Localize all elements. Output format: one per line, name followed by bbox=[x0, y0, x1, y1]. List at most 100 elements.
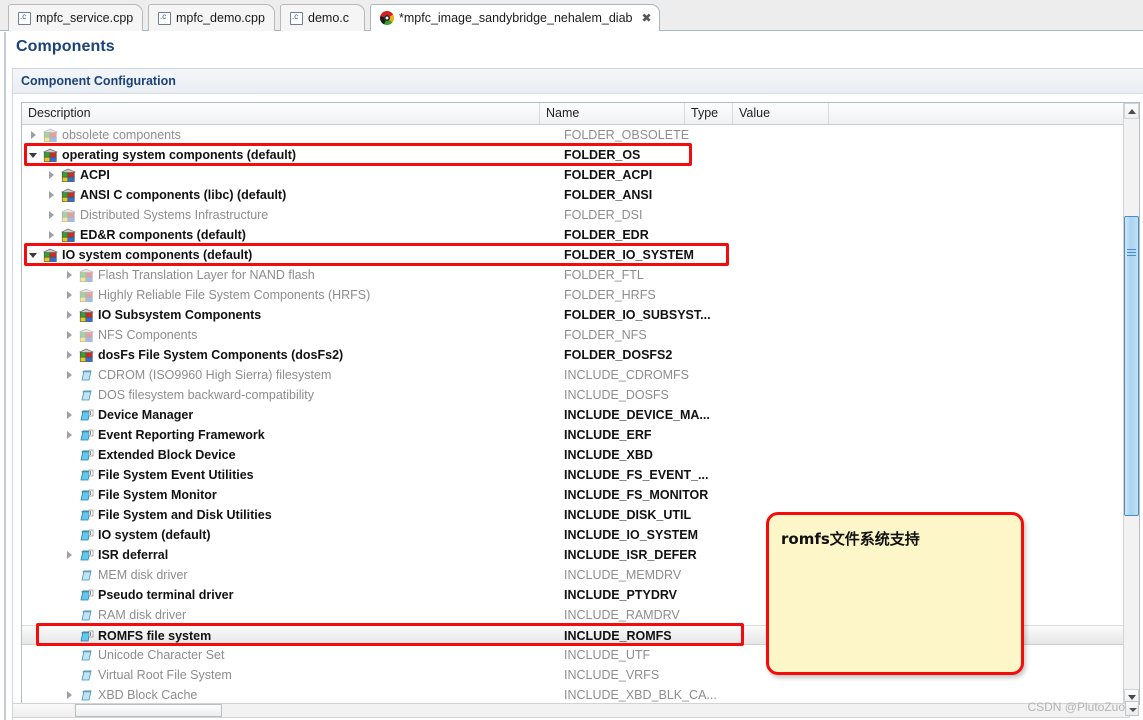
chevron-right-icon[interactable] bbox=[64, 685, 75, 705]
column-header-type[interactable]: Type bbox=[685, 103, 733, 124]
vertical-scrollbar[interactable] bbox=[1123, 103, 1139, 705]
tree-item[interactable]: NFS Components bbox=[64, 325, 197, 345]
tree-item[interactable]: IO system components (default) bbox=[28, 245, 252, 265]
tree-item[interactable]: Distributed Systems Infrastructure bbox=[46, 205, 268, 225]
table-row[interactable]: IFile System Event UtilitiesINCLUDE_FS_E… bbox=[22, 465, 1125, 485]
tree-item[interactable]: IROMFS file system bbox=[64, 626, 211, 646]
table-header-row: DescriptionNameTypeValue bbox=[22, 103, 1140, 125]
chevron-right-icon[interactable] bbox=[64, 425, 75, 445]
table-row[interactable]: IO Subsystem Components FOLDER_IO_SUBSYST… bbox=[22, 305, 1125, 325]
annotation-sticky-note: romfs文件系统支持 bbox=[766, 512, 1024, 675]
table-row[interactable]: IFile System MonitorINCLUDE_FS_MONITOR bbox=[22, 485, 1125, 505]
component-included-icon: I bbox=[79, 588, 94, 603]
column-header-description[interactable]: Description bbox=[22, 103, 540, 124]
table-row[interactable]: Flash Translation Layer for NAND flashFO… bbox=[22, 265, 1125, 285]
table-row[interactable]: Highly Reliable File System Components (… bbox=[22, 285, 1125, 305]
column-header-value[interactable]: Value bbox=[733, 103, 829, 124]
tree-item[interactable]: IISR deferral bbox=[64, 545, 168, 565]
close-icon[interactable]: ✖ bbox=[642, 12, 652, 24]
tree-item[interactable]: dosFs File System Components (dosFs2) bbox=[64, 345, 343, 365]
tree-item[interactable]: operating system components (default) bbox=[28, 145, 296, 165]
tree-item[interactable]: IFile System and Disk Utilities bbox=[64, 505, 272, 525]
table-row[interactable]: dosFs File System Components (dosFs2)FOL… bbox=[22, 345, 1125, 365]
tree-item-label: Virtual Root File System bbox=[98, 665, 232, 685]
editor-tab-bar: mpfc_service.cpp mpfc_demo.cpp demo.c *mpfc… bbox=[0, 0, 1143, 31]
tree-item[interactable]: Highly Reliable File System Components (… bbox=[64, 285, 370, 305]
dropdown-caret-icon[interactable] bbox=[1125, 701, 1139, 716]
tree-item-label: CDROM (ISO9960 High Sierra) filesystem bbox=[98, 365, 331, 385]
tree-item[interactable]: IFile System Monitor bbox=[64, 485, 217, 505]
chevron-right-icon[interactable] bbox=[64, 265, 75, 285]
tree-item[interactable]: IPseudo terminal driver bbox=[64, 585, 233, 605]
table-row[interactable]: CDROM (ISO9960 High Sierra) filesystemIN… bbox=[22, 365, 1125, 385]
tree-item-name: INCLUDE_ISR_DEFER bbox=[564, 545, 697, 565]
column-header-blank[interactable] bbox=[829, 103, 1125, 124]
table-row[interactable]: IExtended Block DeviceINCLUDE_XBD bbox=[22, 445, 1125, 465]
table-row[interactable]: IEvent Reporting FrameworkINCLUDE_ERF bbox=[22, 425, 1125, 445]
horizontal-scroll-left-region[interactable] bbox=[13, 704, 73, 717]
editor-tab-label: mpfc_service.cpp bbox=[36, 12, 133, 25]
chevron-right-icon[interactable] bbox=[46, 205, 57, 225]
scroll-up-button[interactable] bbox=[1124, 103, 1139, 119]
table-row[interactable]: NFS ComponentsFOLDER_NFS bbox=[22, 325, 1125, 345]
tree-item[interactable]: ANSI C components (libc) (default) bbox=[46, 185, 286, 205]
table-row[interactable]: DOS filesystem backward-compatibilityINC… bbox=[22, 385, 1125, 405]
editor-tab-3[interactable]: *mpfc_image_sandybridge_nehalem_diab✖ bbox=[370, 4, 660, 31]
component-included-icon: I bbox=[79, 629, 94, 644]
tree-item-name: INCLUDE_IO_SYSTEM bbox=[564, 525, 698, 545]
table-row[interactable]: ACPIFOLDER_ACPI bbox=[22, 165, 1125, 185]
horizontal-scrollbar[interactable] bbox=[12, 703, 1130, 718]
chevron-right-icon[interactable] bbox=[64, 325, 75, 345]
tree-item[interactable]: IO Subsystem Components bbox=[64, 305, 261, 325]
vertical-scrollbar-thumb[interactable] bbox=[1124, 216, 1139, 516]
tree-item[interactable]: IDevice Manager bbox=[64, 405, 193, 425]
editor-tab-2[interactable]: demo.c bbox=[280, 4, 365, 31]
chevron-down-icon[interactable] bbox=[28, 145, 39, 165]
tree-item[interactable]: IFile System Event Utilities bbox=[64, 465, 254, 485]
tree-item[interactable]: CDROM (ISO9960 High Sierra) filesystem bbox=[64, 365, 331, 385]
editor-tab-1[interactable]: mpfc_demo.cpp bbox=[148, 4, 275, 31]
tree-item[interactable]: Flash Translation Layer for NAND flash bbox=[64, 265, 315, 285]
chevron-right-icon[interactable] bbox=[46, 185, 57, 205]
tree-item[interactable]: XBD Block Cache bbox=[64, 685, 197, 705]
tree-item[interactable]: IIO system (default) bbox=[64, 525, 211, 545]
tree-spacer bbox=[64, 565, 75, 585]
chevron-right-icon[interactable] bbox=[46, 165, 57, 185]
editor-tab-label: demo.c bbox=[308, 12, 349, 25]
table-row[interactable]: ANSI C components (libc) (default)FOLDER… bbox=[22, 185, 1125, 205]
chevron-right-icon[interactable] bbox=[64, 365, 75, 385]
column-header-name[interactable]: Name bbox=[540, 103, 685, 124]
chevron-right-icon[interactable] bbox=[64, 405, 75, 425]
tree-item[interactable]: RAM disk driver bbox=[64, 605, 186, 625]
table-row[interactable]: obsolete componentsFOLDER_OBSOLETE bbox=[22, 125, 1125, 145]
table-row[interactable]: XBD Block CacheINCLUDE_XBD_BLK_CA... bbox=[22, 685, 1125, 705]
tree-spacer bbox=[64, 465, 75, 485]
tree-item[interactable]: ED&R components (default) bbox=[46, 225, 246, 245]
tree-item[interactable]: IExtended Block Device bbox=[64, 445, 236, 465]
chevron-right-icon[interactable] bbox=[64, 285, 75, 305]
tree-item[interactable]: ACPI bbox=[46, 165, 110, 185]
tree-item[interactable]: MEM disk driver bbox=[64, 565, 188, 585]
table-row[interactable]: Distributed Systems InfrastructureFOLDER… bbox=[22, 205, 1125, 225]
tree-item[interactable]: DOS filesystem backward-compatibility bbox=[64, 385, 314, 405]
c-file-icon bbox=[158, 12, 171, 25]
chevron-right-icon[interactable] bbox=[64, 345, 75, 365]
chevron-right-icon[interactable] bbox=[64, 545, 75, 565]
horizontal-scrollbar-thumb[interactable] bbox=[75, 704, 222, 717]
chevron-right-icon[interactable] bbox=[46, 225, 57, 245]
editor-tab-0[interactable]: mpfc_service.cpp bbox=[8, 4, 143, 31]
table-row[interactable]: IDevice ManagerINCLUDE_DEVICE_MA... bbox=[22, 405, 1125, 425]
chevron-right-icon[interactable] bbox=[64, 305, 75, 325]
tree-item-name: FOLDER_IO_SUBSYST... bbox=[564, 305, 711, 325]
tree-item[interactable]: obsolete components bbox=[28, 125, 181, 145]
table-row[interactable]: operating system components (default)FOL… bbox=[22, 145, 1125, 165]
table-row[interactable]: ED&R components (default)FOLDER_EDR bbox=[22, 225, 1125, 245]
folder-cube-icon bbox=[79, 288, 94, 303]
table-row[interactable]: IO system components (default)FOLDER_IO_… bbox=[22, 245, 1125, 265]
tree-item[interactable]: Virtual Root File System bbox=[64, 665, 232, 685]
tree-item-label: File System Monitor bbox=[98, 485, 217, 505]
chevron-right-icon[interactable] bbox=[28, 125, 39, 145]
tree-item[interactable]: IEvent Reporting Framework bbox=[64, 425, 265, 445]
chevron-down-icon[interactable] bbox=[28, 245, 39, 265]
tree-item[interactable]: Unicode Character Set bbox=[64, 645, 224, 665]
